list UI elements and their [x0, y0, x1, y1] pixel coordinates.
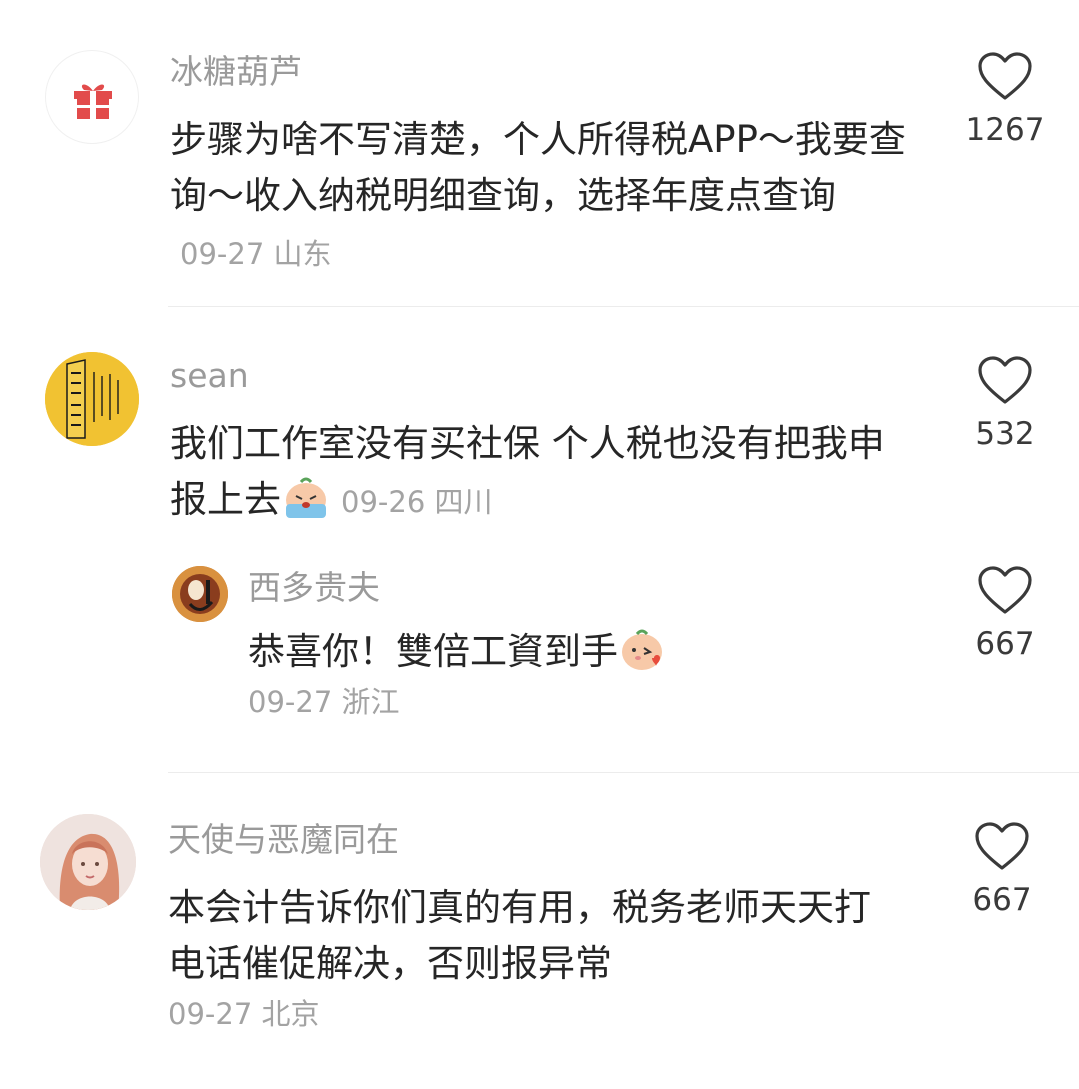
comment-text: 步骤为啥不写清楚，个人所得税APP～我要查询～收入纳税明细查询，选择年度点查询 0… — [170, 112, 930, 282]
reply-meta: 09-27 浙江 — [248, 682, 400, 722]
comment-time: 09-27 — [180, 237, 265, 271]
avatar[interactable] — [45, 50, 139, 144]
heart-icon — [978, 52, 1032, 100]
portrait-avatar — [40, 814, 136, 910]
like-count: 667 — [972, 882, 1032, 918]
heart-icon — [978, 356, 1032, 404]
comment-meta: 09-27 山东 — [180, 237, 332, 271]
like-button[interactable]: 1267 — [955, 52, 1055, 148]
username[interactable]: 西多贵夫 — [248, 568, 380, 608]
username[interactable]: 冰糖葫芦 — [170, 52, 302, 92]
comment-body: 我们工作室没有买社保 个人税也没有把我申报上去 — [170, 422, 885, 521]
comment-time: 09-26 — [341, 485, 426, 519]
comment-item[interactable]: sean 我们工作室没有买社保 个人税也没有把我申报上去 09-26 四川 53… — [0, 320, 1079, 770]
kiss-emoji-icon — [618, 626, 668, 688]
divider — [168, 306, 1079, 307]
avatar[interactable] — [45, 352, 139, 446]
comment-meta: 09-26 四川 — [341, 485, 493, 519]
comment-location: 山东 — [273, 237, 332, 271]
reply-time: 09-27 — [248, 685, 333, 719]
avatar[interactable] — [172, 566, 228, 622]
talisman-avatar — [45, 352, 139, 446]
gift-icon — [74, 84, 112, 119]
illustrated-avatar — [172, 566, 228, 622]
like-count: 532 — [975, 416, 1035, 452]
comment-time: 09-27 — [168, 997, 253, 1031]
divider — [168, 772, 1079, 773]
comment-meta: 09-27 北京 — [168, 994, 320, 1034]
comment-body: 本会计告诉你们真的有用，税务老师天天打电话催促解决，否则报异常 — [168, 886, 871, 985]
heart-icon — [978, 566, 1032, 614]
like-button[interactable]: 667 — [952, 822, 1052, 918]
like-button[interactable]: 667 — [955, 566, 1055, 662]
comment-location: 北京 — [261, 997, 320, 1031]
reply-body: 恭喜你！雙倍工資到手 — [248, 630, 618, 673]
like-count: 667 — [975, 626, 1035, 662]
reply-text: 恭喜你！雙倍工資到手 — [248, 624, 908, 688]
comment-text: 本会计告诉你们真的有用，税务老师天天打电话催促解决，否则报异常 — [168, 880, 898, 992]
comment-body: 步骤为啥不写清楚，个人所得税APP～我要查询～收入纳税明细查询，选择年度点查询 — [170, 118, 906, 217]
like-count: 1267 — [965, 112, 1045, 148]
username[interactable]: 天使与恶魔同在 — [168, 820, 399, 860]
heart-icon — [975, 822, 1029, 870]
avatar[interactable] — [40, 814, 136, 910]
comment-item[interactable]: 冰糖葫芦 步骤为啥不写清楚，个人所得税APP～我要查询～收入纳税明细查询，选择年… — [0, 0, 1079, 300]
username[interactable]: sean — [170, 356, 249, 396]
crying-emoji-icon — [281, 474, 331, 536]
comment-location: 四川 — [434, 485, 493, 519]
like-button[interactable]: 532 — [955, 356, 1055, 452]
comment-text: 我们工作室没有买社保 个人税也没有把我申报上去 09-26 四川 — [170, 416, 910, 536]
comment-item[interactable]: 天使与恶魔同在 本会计告诉你们真的有用，税务老师天天打电话催促解决，否则报异常 … — [0, 780, 1079, 1080]
reply-location: 浙江 — [341, 685, 400, 719]
